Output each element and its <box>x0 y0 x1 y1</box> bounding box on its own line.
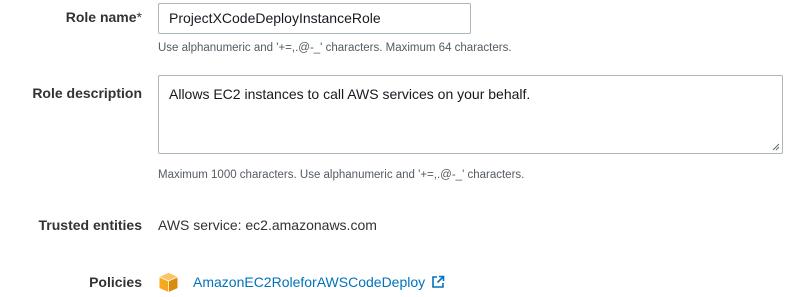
resize-grip-icon[interactable] <box>772 143 780 151</box>
role-name-label-text: Role name <box>65 9 137 25</box>
role-description-value: Allows EC2 instances to call AWS service… <box>169 86 531 102</box>
role-description-textarea[interactable]: Allows EC2 instances to call AWS service… <box>158 75 783 154</box>
role-name-hint: Use alphanumeric and '+=,.@-_' character… <box>158 42 512 54</box>
role-name-label: Role name* <box>66 9 142 25</box>
required-marker: * <box>136 9 142 25</box>
trusted-entities-value: AWS service: ec2.amazonaws.com <box>158 217 377 233</box>
policy-item: AmazonEC2RoleforAWSCodeDeploy <box>158 271 445 293</box>
policy-link[interactable]: AmazonEC2RoleforAWSCodeDeploy <box>193 274 425 290</box>
role-description-label: Role description <box>32 85 142 101</box>
role-name-value: ProjectXCodeDeployInstanceRole <box>169 10 381 26</box>
trusted-entities-label: Trusted entities <box>38 217 142 233</box>
role-description-hint: Maximum 1000 characters. Use alphanumeri… <box>158 169 525 181</box>
role-name-input[interactable]: ProjectXCodeDeployInstanceRole <box>158 3 471 34</box>
policy-cube-icon <box>159 272 178 292</box>
policies-label: Policies <box>89 274 142 290</box>
external-link-icon[interactable] <box>431 275 445 289</box>
